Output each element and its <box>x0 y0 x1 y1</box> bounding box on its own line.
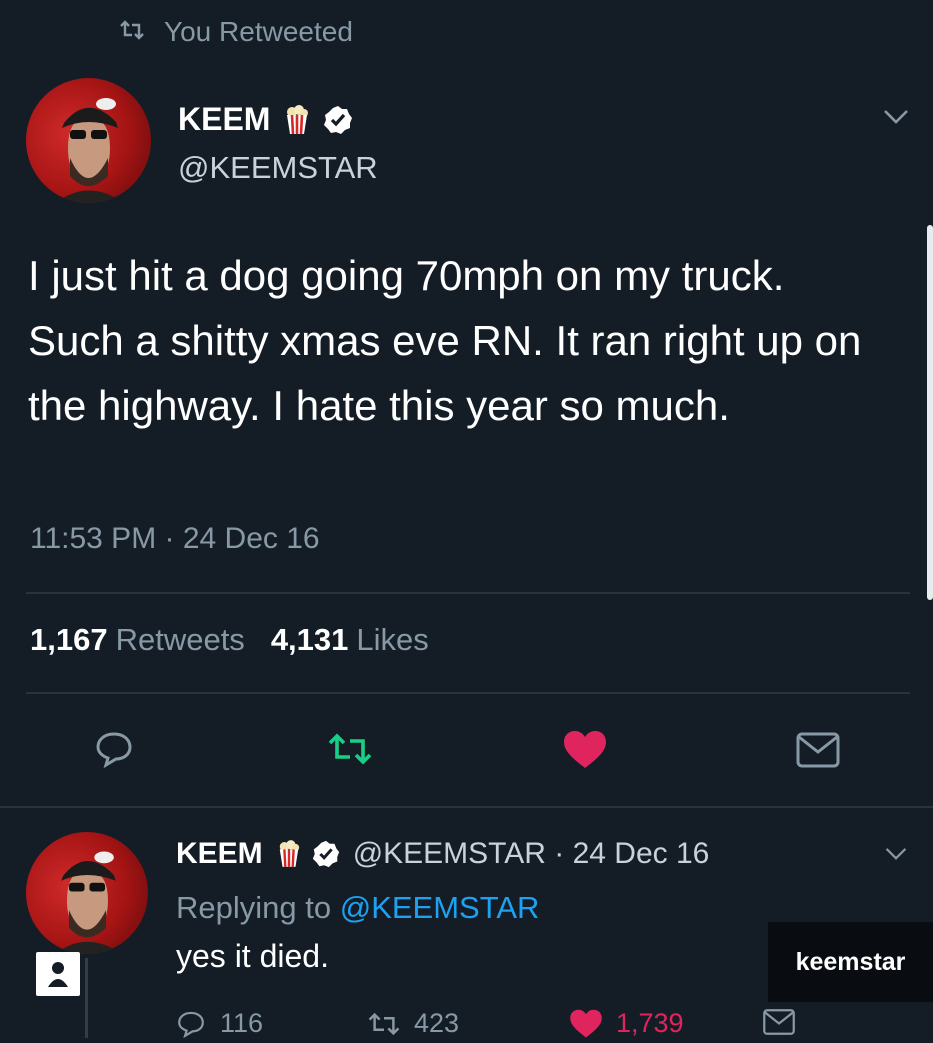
replying-to: Replying to @KEEMSTAR <box>176 890 539 926</box>
divider <box>26 592 910 594</box>
reply-count: 116 <box>220 1008 264 1038</box>
replying-handle-link[interactable]: @KEEMSTAR <box>340 890 540 925</box>
retweet-context: You Retweeted <box>118 16 353 48</box>
thread-line <box>85 958 88 1038</box>
watermark: keemstar <box>768 922 933 1002</box>
message-icon[interactable] <box>794 730 842 770</box>
reply-icon <box>176 1010 206 1038</box>
popcorn-icon <box>284 104 310 135</box>
user-icon[interactable] <box>36 952 80 996</box>
divider <box>26 692 910 694</box>
reply-author-name[interactable]: KEEM <box>176 837 263 871</box>
reply-action-retweet[interactable]: 423 <box>366 1008 459 1039</box>
retweet-icon[interactable] <box>324 729 376 769</box>
retweet-icon <box>118 16 164 48</box>
scrollbar-thumb[interactable] <box>927 225 933 600</box>
like-heart-icon <box>568 1009 604 1039</box>
retweet-context-label: You Retweeted <box>164 16 353 47</box>
like-heart-icon[interactable] <box>560 728 610 772</box>
reply-author-avatar[interactable] <box>26 832 148 954</box>
tweet-stats: 1,167 Retweets 4,131 Likes <box>30 622 455 658</box>
author-name-row: KEEM <box>178 101 354 138</box>
retweets-count[interactable]: 1,167 <box>30 622 108 658</box>
reply-icon[interactable] <box>92 728 136 770</box>
popcorn-icon <box>277 840 301 868</box>
retweets-label[interactable]: Retweets <box>116 622 245 658</box>
chevron-down-icon[interactable] <box>882 108 910 131</box>
retweet-count: 423 <box>414 1008 460 1038</box>
reply-action-like[interactable]: 1,739 <box>568 1008 684 1039</box>
reply-action-reply[interactable]: 116 <box>176 1008 263 1039</box>
tweet-text: I just hit a dog going 70mph on my truck… <box>28 252 862 429</box>
tweet-timestamp[interactable]: 11:53 PM · 24 Dec 16 <box>30 522 320 556</box>
author-avatar[interactable] <box>26 78 151 203</box>
verified-badge-icon <box>322 104 354 136</box>
retweet-icon <box>366 1011 402 1037</box>
reply-text: yes it died. <box>176 938 329 974</box>
like-count: 1,739 <box>616 1008 684 1038</box>
author-name[interactable]: KEEM <box>178 101 270 138</box>
likes-count[interactable]: 4,131 <box>271 622 349 658</box>
verified-badge-icon <box>311 839 341 869</box>
reply-handle-date[interactable]: @KEEMSTAR · 24 Dec 16 <box>353 837 710 871</box>
likes-label[interactable]: Likes <box>356 622 428 658</box>
divider <box>0 806 933 808</box>
reply-author-row: KEEM @KEEMSTAR · 24 Dec 16 <box>176 837 709 871</box>
chevron-down-icon[interactable] <box>884 846 908 867</box>
replying-prefix: Replying to <box>176 890 340 925</box>
author-handle[interactable]: @KEEMSTAR <box>178 150 378 186</box>
